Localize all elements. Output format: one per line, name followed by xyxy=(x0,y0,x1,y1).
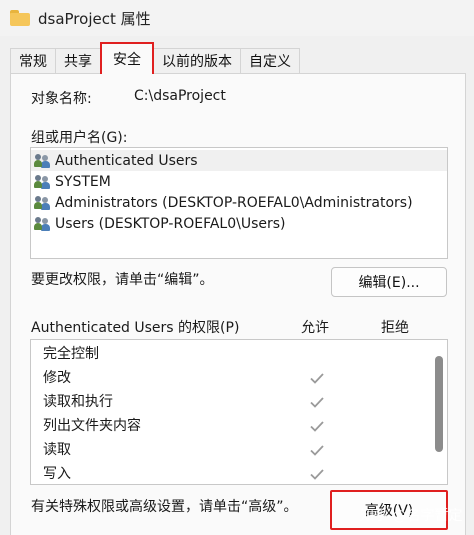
permissions-scrollbar[interactable] xyxy=(435,356,443,452)
deny-column-header: 拒绝 xyxy=(381,320,409,336)
permission-name: 写入 xyxy=(43,466,71,482)
edit-hint: 要更改权限，请单击“编辑”。 xyxy=(31,272,214,288)
users-icon xyxy=(34,174,52,189)
tab-strip: 常规 共享 安全 以前的版本 自定义 xyxy=(10,40,300,74)
check-icon xyxy=(310,373,324,384)
folder-icon xyxy=(10,10,30,26)
permission-name: 读取 xyxy=(43,442,71,458)
permission-row: 读取和执行 xyxy=(31,390,447,414)
group-item-authenticated-users[interactable]: Authenticated Users xyxy=(31,150,447,171)
check-icon xyxy=(310,469,324,480)
permissions-listbox: 完全控制 修改 读取和执行 列出文件夹内容 读取 写入 xyxy=(30,339,448,485)
users-icon xyxy=(34,195,52,210)
permission-name: 完全控制 xyxy=(43,346,99,362)
object-name-label: 对象名称: xyxy=(31,91,92,107)
permission-row: 修改 xyxy=(31,366,447,390)
window-title: dsaProject 属性 xyxy=(38,9,151,28)
group-item-users[interactable]: Users (DESKTOP-ROEFAL0\Users) xyxy=(31,213,447,234)
permission-row: 写入 xyxy=(31,462,447,484)
permission-row: 列出文件夹内容 xyxy=(31,414,447,438)
permission-name: 列出文件夹内容 xyxy=(43,418,141,434)
check-icon xyxy=(310,397,324,408)
tab-sharing[interactable]: 共享 xyxy=(55,48,101,74)
watermark: 知乎 @名字暂定 xyxy=(360,508,463,524)
group-item-system[interactable]: SYSTEM xyxy=(31,171,447,192)
tab-previous-versions[interactable]: 以前的版本 xyxy=(153,48,241,74)
security-panel: 对象名称: C:\dsaProject 组或用户名(G): Authentica… xyxy=(10,73,466,535)
permission-name: 读取和执行 xyxy=(43,394,113,410)
group-item-administrators[interactable]: Administrators (DESKTOP-ROEFAL0\Administ… xyxy=(31,192,447,213)
permission-row: 读取 xyxy=(31,438,447,462)
object-name-value: C:\dsaProject xyxy=(134,88,226,104)
group-item-label: Users (DESKTOP-ROEFAL0\Users) xyxy=(55,215,286,232)
tab-customize[interactable]: 自定义 xyxy=(240,48,300,74)
users-icon xyxy=(34,216,52,231)
title-bar: dsaProject 属性 xyxy=(0,0,474,36)
tab-security[interactable]: 安全 xyxy=(100,42,154,74)
permissions-header: Authenticated Users 的权限(P) xyxy=(31,320,240,336)
advanced-hint: 有关特殊权限或高级设置，请单击“高级”。 xyxy=(31,499,298,515)
allow-column-header: 允许 xyxy=(301,320,329,336)
group-item-label: SYSTEM xyxy=(55,173,111,190)
permission-name: 修改 xyxy=(43,370,71,386)
users-icon xyxy=(34,153,52,168)
group-item-label: Authenticated Users xyxy=(55,152,198,169)
permission-row: 完全控制 xyxy=(31,342,447,366)
edit-button[interactable]: 编辑(E)... xyxy=(331,267,447,297)
groups-label: 组或用户名(G): xyxy=(31,130,128,146)
check-icon xyxy=(310,445,324,456)
tab-general[interactable]: 常规 xyxy=(10,48,56,74)
group-item-label: Administrators (DESKTOP-ROEFAL0\Administ… xyxy=(55,194,413,211)
groups-listbox[interactable]: Authenticated Users SYSTEM Administrator… xyxy=(30,147,448,259)
check-icon xyxy=(310,421,324,432)
